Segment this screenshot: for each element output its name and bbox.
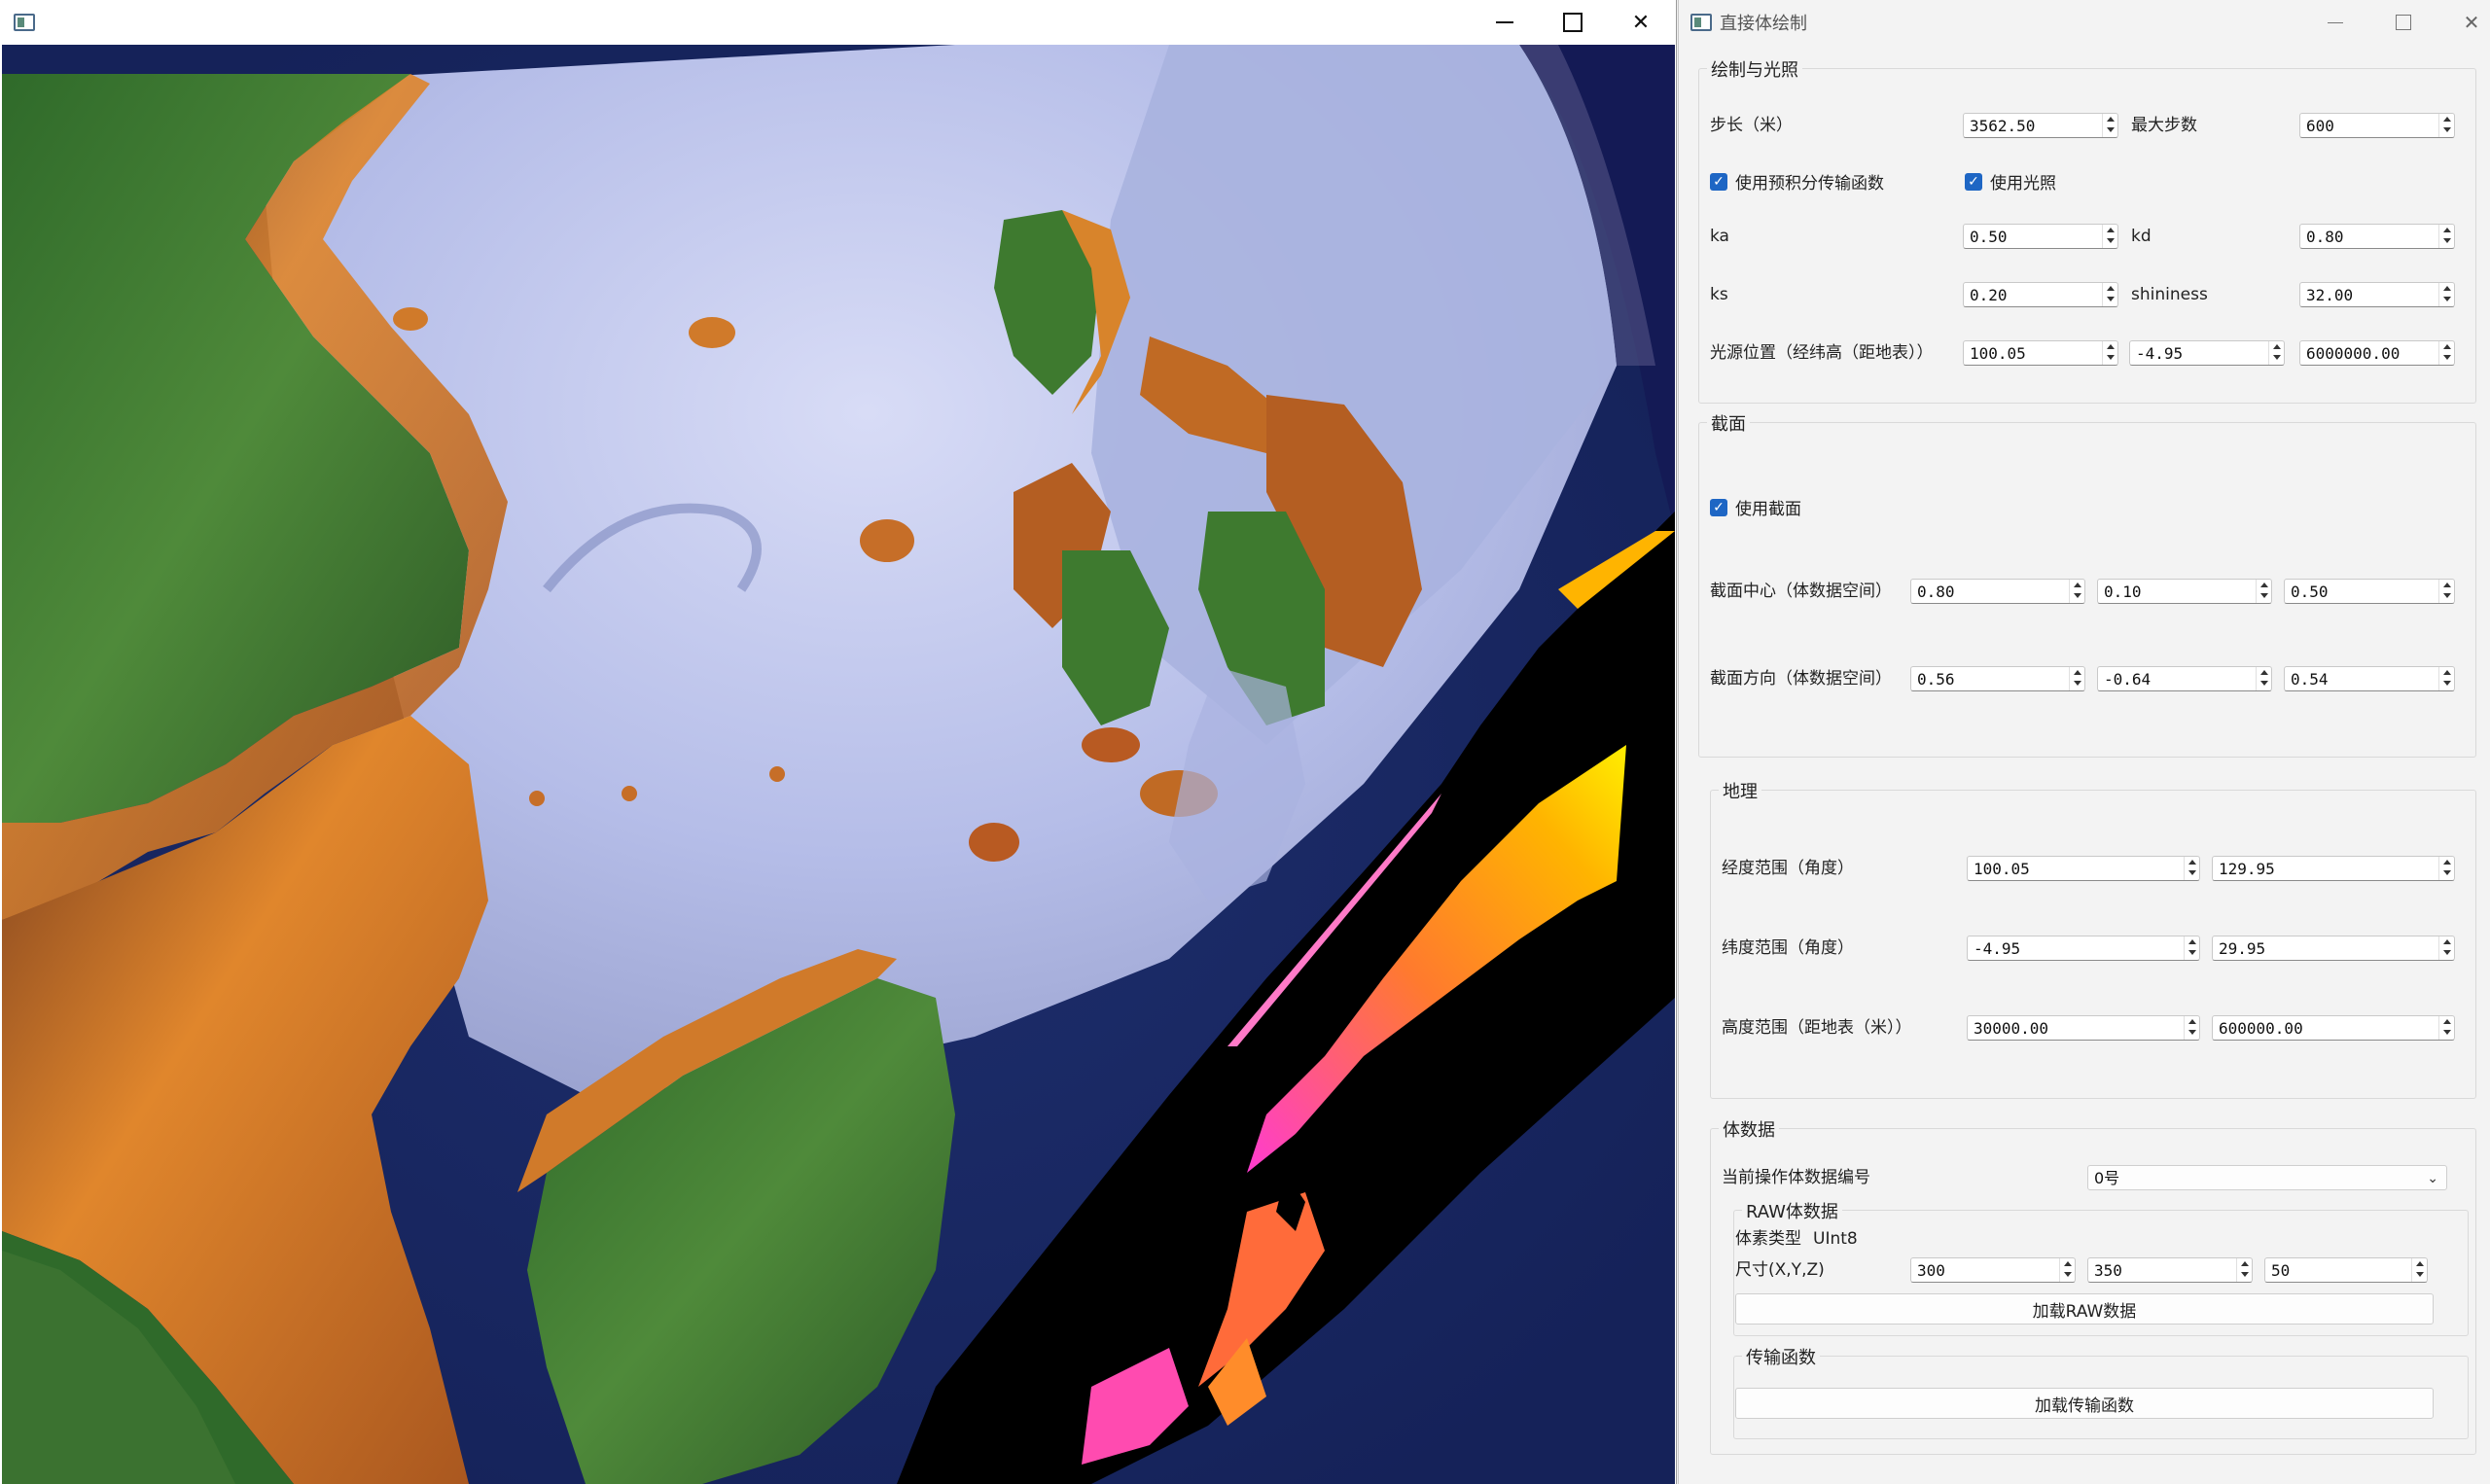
spin-arrows-icon[interactable] (2184, 857, 2199, 880)
raw-volume-title: RAW体数据 (1742, 1198, 1842, 1223)
light-position-label: 光源位置（经纬高（距地表）） (1710, 343, 1934, 363)
height-max-spinbox[interactable]: 600000.00 (2212, 1015, 2455, 1041)
height-range-label: 高度范围（距地表（米）） (1722, 1018, 1912, 1038)
checkmark-icon[interactable]: ✓ (1710, 498, 1727, 516)
size-label: 尺寸(X,Y,Z) (1735, 1260, 1825, 1280)
app-window-icon (1690, 14, 1712, 31)
voxel-type-value: UInt8 (1813, 1229, 1858, 1249)
size-z-spinbox[interactable]: 50 (2264, 1257, 2428, 1283)
checkmark-icon[interactable]: ✓ (1965, 172, 1982, 191)
spin-arrows-icon[interactable] (2411, 1258, 2427, 1282)
spin-arrows-icon[interactable] (2268, 341, 2284, 365)
light-latitude-spinbox[interactable]: -4.95 (2129, 340, 2285, 366)
longitude-min-spinbox[interactable]: 100.05 (1967, 856, 2200, 881)
app-window-icon (14, 14, 35, 31)
render-window (0, 0, 1677, 1484)
spin-arrows-icon[interactable] (2059, 1258, 2075, 1282)
spin-arrows-icon[interactable] (2256, 580, 2271, 603)
current-volume-label: 当前操作体数据编号 (1722, 1168, 1870, 1187)
load-raw-button[interactable]: 加载RAW数据 (1735, 1293, 2434, 1325)
spin-arrows-icon[interactable] (2069, 667, 2084, 690)
render-lighting-title: 绘制与光照 (1707, 56, 1802, 82)
longitude-max-spinbox[interactable]: 129.95 (2212, 856, 2455, 881)
spin-arrows-icon[interactable] (2438, 114, 2454, 137)
render-titlebar[interactable] (0, 0, 1676, 45)
geo-title: 地理 (1719, 778, 1761, 803)
spin-arrows-icon[interactable] (2438, 1016, 2454, 1040)
step-spinbox[interactable]: 3562.50 (1963, 113, 2118, 138)
slice-direction-y-spinbox[interactable]: -0.64 (2097, 666, 2272, 691)
slice-center-x-spinbox[interactable]: 0.80 (1910, 579, 2085, 604)
close-button[interactable] (2437, 0, 2490, 45)
latitude-min-spinbox[interactable]: -4.95 (1967, 936, 2200, 961)
spin-arrows-icon[interactable] (2438, 667, 2454, 690)
spin-arrows-icon[interactable] (2438, 283, 2454, 306)
panel-title: 直接体绘制 (1720, 14, 1807, 34)
spin-arrows-icon[interactable] (2102, 225, 2117, 248)
close-button[interactable] (1607, 0, 1675, 45)
slice-direction-x-spinbox[interactable]: 0.56 (1910, 666, 2085, 691)
spin-arrows-icon[interactable] (2102, 283, 2117, 306)
spin-arrows-icon[interactable] (2438, 341, 2454, 365)
preintegrated-checkbox[interactable]: ✓ 使用预积分传输函数 (1710, 169, 1884, 194)
volume-render-viewport[interactable] (2, 45, 1675, 1484)
ka-spinbox[interactable]: 0.50 (1963, 224, 2118, 249)
latitude-max-spinbox[interactable]: 29.95 (2212, 936, 2455, 961)
longitude-range-label: 经度范围（角度） (1722, 859, 1854, 878)
ks-label: ks (1710, 285, 1728, 304)
spin-arrows-icon[interactable] (2236, 1258, 2252, 1282)
checkmark-icon[interactable]: ✓ (1710, 172, 1727, 191)
slice-center-z-spinbox[interactable]: 0.50 (2284, 579, 2455, 604)
chevron-down-icon[interactable]: ⌄ (2427, 1168, 2438, 1189)
panel-titlebar[interactable]: 直接体绘制 (1679, 0, 2490, 45)
spin-arrows-icon[interactable] (2102, 114, 2117, 137)
minimize-button[interactable] (1471, 0, 1539, 45)
parameter-panel-window: 直接体绘制 绘制与光照 步长（米） 3562.50 最大步数 600 ✓使用预积… (1678, 0, 2490, 1484)
volume-title: 体数据 (1719, 1116, 1779, 1142)
voxel-type-label: 体素类型 (1735, 1229, 1801, 1249)
slice-direction-z-spinbox[interactable]: 0.54 (2284, 666, 2455, 691)
maximize-button[interactable] (1539, 0, 1607, 45)
shininess-label: shininess (2131, 285, 2208, 304)
current-volume-select[interactable]: 0号 ⌄ (2087, 1165, 2447, 1190)
step-label: 步长（米） (1710, 116, 1793, 135)
spin-arrows-icon[interactable] (2438, 225, 2454, 248)
use-slice-checkbox[interactable]: ✓ 使用截面 (1710, 495, 1801, 519)
max-steps-spinbox[interactable]: 600 (2299, 113, 2455, 138)
maximize-button[interactable] (2369, 0, 2437, 45)
light-longitude-spinbox[interactable]: 100.05 (1963, 340, 2118, 366)
slice-center-label: 截面中心（体数据空间） (1710, 582, 1892, 601)
shininess-spinbox[interactable]: 32.00 (2299, 282, 2455, 307)
spin-arrows-icon[interactable] (2069, 580, 2084, 603)
spin-arrows-icon[interactable] (2184, 936, 2199, 960)
spin-arrows-icon[interactable] (2102, 341, 2117, 365)
spin-arrows-icon[interactable] (2438, 857, 2454, 880)
max-steps-label: 最大步数 (2131, 116, 2197, 135)
slice-direction-label: 截面方向（体数据空间） (1710, 669, 1892, 689)
size-y-spinbox[interactable]: 350 (2087, 1257, 2253, 1283)
spin-arrows-icon[interactable] (2438, 936, 2454, 960)
size-x-spinbox[interactable]: 300 (1910, 1257, 2076, 1283)
slice-center-y-spinbox[interactable]: 0.10 (2097, 579, 2272, 604)
spin-arrows-icon[interactable] (2438, 580, 2454, 603)
kd-label: kd (2131, 227, 2152, 246)
ka-label: ka (1710, 227, 1729, 246)
ks-spinbox[interactable]: 0.20 (1963, 282, 2118, 307)
kd-spinbox[interactable]: 0.80 (2299, 224, 2455, 249)
spin-arrows-icon[interactable] (2184, 1016, 2199, 1040)
height-min-spinbox[interactable]: 30000.00 (1967, 1015, 2200, 1041)
transfer-function-title: 传输函数 (1742, 1344, 1820, 1369)
slice-title: 截面 (1707, 410, 1750, 436)
globe-volume-rendering (2, 45, 1675, 1484)
load-transfer-function-button[interactable]: 加载传输函数 (1735, 1388, 2434, 1419)
minimize-button[interactable] (2301, 0, 2369, 45)
lighting-checkbox[interactable]: ✓ 使用光照 (1965, 169, 2056, 194)
spin-arrows-icon[interactable] (2256, 667, 2271, 690)
latitude-range-label: 纬度范围（角度） (1722, 938, 1854, 958)
light-height-spinbox[interactable]: 6000000.00 (2299, 340, 2455, 366)
